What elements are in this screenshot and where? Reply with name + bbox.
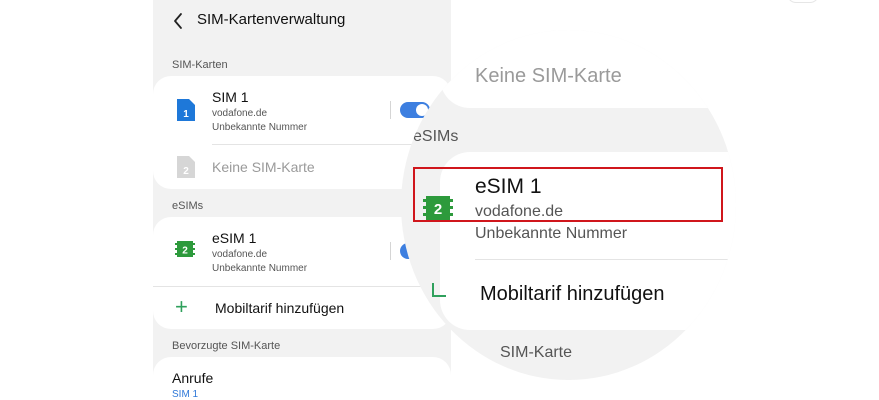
plus-icon: + bbox=[175, 294, 188, 319]
calls-value: SIM 1 bbox=[172, 389, 199, 400]
esim-chip-icon: 2 bbox=[175, 240, 195, 263]
back-button[interactable] bbox=[169, 9, 189, 33]
zoom-no-sim: Keine SIM-Karte bbox=[475, 65, 622, 87]
sim1-name: SIM 1 bbox=[212, 89, 249, 105]
add-plan-label: Mobiltarif hinzufügen bbox=[215, 300, 345, 316]
section-label-sim-cards: SIM-Karten bbox=[172, 59, 228, 71]
zoom-add-plan: Mobiltarif hinzufügen bbox=[480, 283, 665, 305]
zoom-section-preferred: SIM-Karte bbox=[500, 344, 573, 361]
sim-card-icon: 1 bbox=[177, 99, 195, 126]
esim1-carrier: vodafone.de bbox=[212, 249, 268, 260]
section-label-esims: eSIMs bbox=[172, 200, 204, 212]
sim1-carrier: vodafone.de bbox=[212, 108, 268, 119]
svg-text:1: 1 bbox=[183, 109, 189, 120]
svg-text:2: 2 bbox=[182, 246, 188, 257]
zoom-sim-card: Keine SIM-Karte bbox=[440, 30, 736, 108]
svg-text:2: 2 bbox=[183, 166, 189, 177]
sim-card-empty-icon: 2 bbox=[177, 156, 195, 183]
decorative-edge bbox=[779, 0, 879, 4]
zoom-plus-icon bbox=[432, 283, 446, 297]
calls-label: Anrufe bbox=[172, 370, 214, 386]
zoom-esim-number: Unbekannte Nummer bbox=[475, 225, 628, 242]
esim1-name: eSIM 1 bbox=[212, 230, 257, 246]
sim2-status: Keine SIM-Karte bbox=[212, 159, 315, 175]
back-arrow-icon bbox=[174, 13, 182, 29]
divider bbox=[475, 259, 735, 260]
page-title: SIM-Kartenverwaltung bbox=[197, 11, 346, 28]
highlight-box bbox=[413, 167, 723, 222]
zoom-section-esims: eSIMs bbox=[413, 128, 459, 145]
row-divider bbox=[390, 242, 391, 260]
row-divider bbox=[390, 101, 391, 119]
esim1-number: Unbekannte Nummer bbox=[212, 263, 308, 274]
sim1-number: Unbekannte Nummer bbox=[212, 122, 308, 133]
section-label-preferred: Bevorzugte SIM-Karte bbox=[172, 340, 281, 352]
